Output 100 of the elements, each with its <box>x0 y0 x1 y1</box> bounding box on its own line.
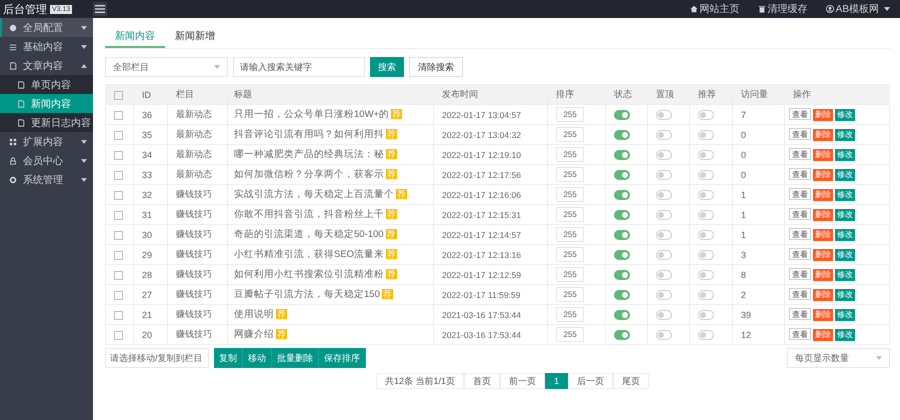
status-toggle[interactable] <box>614 230 630 240</box>
header-link[interactable]: 网站主页 <box>690 2 740 16</box>
clear-search-button[interactable]: 清除搜索 <box>409 57 463 77</box>
recommend-toggle[interactable] <box>698 130 714 140</box>
status-toggle[interactable] <box>614 310 630 320</box>
recommend-toggle[interactable] <box>698 190 714 200</box>
delete-button[interactable]: 删除 <box>813 269 833 281</box>
batch-button[interactable]: 移动 <box>243 348 272 368</box>
edit-button[interactable]: 修改 <box>835 109 855 121</box>
recommend-toggle[interactable] <box>698 270 714 280</box>
delete-button[interactable]: 删除 <box>813 329 833 341</box>
view-button[interactable]: 查看 <box>789 268 811 280</box>
edit-button[interactable]: 修改 <box>835 169 855 181</box>
view-button[interactable]: 查看 <box>789 168 811 180</box>
recommend-toggle[interactable] <box>698 110 714 120</box>
category-select[interactable]: 全部栏目 <box>105 57 228 77</box>
sort-input[interactable]: 255 <box>556 147 584 162</box>
sort-input[interactable]: 255 <box>556 267 584 282</box>
pin-toggle[interactable] <box>656 270 672 280</box>
sidebar-item[interactable]: 文章内容 <box>0 56 93 75</box>
delete-button[interactable]: 删除 <box>813 249 833 261</box>
row-checkbox[interactable] <box>114 130 123 140</box>
page-link[interactable]: 尾页 <box>613 373 650 389</box>
sidebar-item[interactable]: 会员中心 <box>0 151 93 170</box>
delete-button[interactable]: 删除 <box>813 289 833 301</box>
sidebar-item[interactable]: 全局配置 <box>0 18 93 37</box>
recommend-toggle[interactable] <box>698 170 714 180</box>
view-button[interactable]: 查看 <box>789 288 811 300</box>
delete-button[interactable]: 删除 <box>813 169 833 181</box>
search-button[interactable]: 搜索 <box>370 57 404 77</box>
pin-toggle[interactable] <box>656 190 672 200</box>
delete-button[interactable]: 删除 <box>813 149 833 161</box>
delete-button[interactable]: 删除 <box>813 109 833 121</box>
batch-button[interactable]: 保存排序 <box>319 348 366 368</box>
recommend-toggle[interactable] <box>698 330 714 340</box>
edit-button[interactable]: 修改 <box>835 289 855 301</box>
delete-button[interactable]: 删除 <box>813 229 833 241</box>
status-toggle[interactable] <box>614 290 630 300</box>
row-checkbox[interactable] <box>114 290 123 300</box>
view-button[interactable]: 查看 <box>789 228 811 240</box>
sort-input[interactable]: 255 <box>556 107 584 122</box>
pin-toggle[interactable] <box>656 150 672 160</box>
sort-input[interactable]: 255 <box>556 287 584 302</box>
search-field[interactable]: 请输入搜索关键字 <box>233 57 365 77</box>
target-category-select[interactable]: 请选择移动/复制到栏目 <box>105 348 209 368</box>
pin-toggle[interactable] <box>656 110 672 120</box>
recommend-toggle[interactable] <box>698 250 714 260</box>
sidebar-item[interactable]: 扩展内容 <box>0 132 93 151</box>
sort-input[interactable]: 255 <box>556 127 584 142</box>
status-toggle[interactable] <box>614 150 630 160</box>
row-checkbox[interactable] <box>114 190 123 200</box>
page-link[interactable]: 后一页 <box>568 373 614 389</box>
view-button[interactable]: 查看 <box>789 248 811 260</box>
status-toggle[interactable] <box>614 110 630 120</box>
view-button[interactable]: 查看 <box>789 108 811 120</box>
sort-input[interactable]: 255 <box>556 207 584 222</box>
row-checkbox[interactable] <box>114 230 123 240</box>
row-checkbox[interactable] <box>114 270 123 280</box>
status-toggle[interactable] <box>614 330 630 340</box>
delete-button[interactable]: 删除 <box>813 209 833 221</box>
row-checkbox[interactable] <box>114 310 123 320</box>
header-link[interactable]: AB模板网 <box>826 2 890 16</box>
status-toggle[interactable] <box>614 210 630 220</box>
edit-button[interactable]: 修改 <box>835 249 855 261</box>
edit-button[interactable]: 修改 <box>835 189 855 201</box>
status-toggle[interactable] <box>614 250 630 260</box>
sort-input[interactable]: 255 <box>556 327 584 342</box>
sidebar-subitem[interactable]: 更新日志内容 <box>0 113 93 132</box>
row-checkbox[interactable] <box>114 330 123 340</box>
recommend-toggle[interactable] <box>698 310 714 320</box>
row-checkbox[interactable] <box>114 210 123 220</box>
edit-button[interactable]: 修改 <box>835 149 855 161</box>
sort-input[interactable]: 255 <box>556 307 584 322</box>
status-toggle[interactable] <box>614 170 630 180</box>
row-checkbox[interactable] <box>114 150 123 160</box>
page-link[interactable]: 首页 <box>464 373 500 389</box>
pin-toggle[interactable] <box>656 170 672 180</box>
view-button[interactable]: 查看 <box>789 208 811 220</box>
page-link[interactable]: 1 <box>545 373 568 389</box>
view-button[interactable]: 查看 <box>789 188 811 200</box>
pin-toggle[interactable] <box>656 230 672 240</box>
sort-input[interactable]: 255 <box>556 227 584 242</box>
pin-toggle[interactable] <box>656 330 672 340</box>
edit-button[interactable]: 修改 <box>835 129 855 141</box>
view-button[interactable]: 查看 <box>789 328 811 340</box>
tab[interactable]: 新闻内容 <box>105 26 165 48</box>
recommend-toggle[interactable] <box>698 290 714 300</box>
edit-button[interactable]: 修改 <box>835 329 855 341</box>
pin-toggle[interactable] <box>656 130 672 140</box>
row-checkbox[interactable] <box>114 250 123 260</box>
pin-toggle[interactable] <box>656 210 672 220</box>
batch-button[interactable]: 复制 <box>214 348 243 368</box>
sidebar-item[interactable]: 基础内容 <box>0 37 93 56</box>
view-button[interactable]: 查看 <box>789 308 811 320</box>
page-link[interactable]: 前一页 <box>500 373 545 389</box>
view-button[interactable]: 查看 <box>789 148 811 160</box>
pin-toggle[interactable] <box>656 250 672 260</box>
edit-button[interactable]: 修改 <box>835 229 855 241</box>
sort-input[interactable]: 255 <box>556 167 584 182</box>
recommend-toggle[interactable] <box>698 210 714 220</box>
